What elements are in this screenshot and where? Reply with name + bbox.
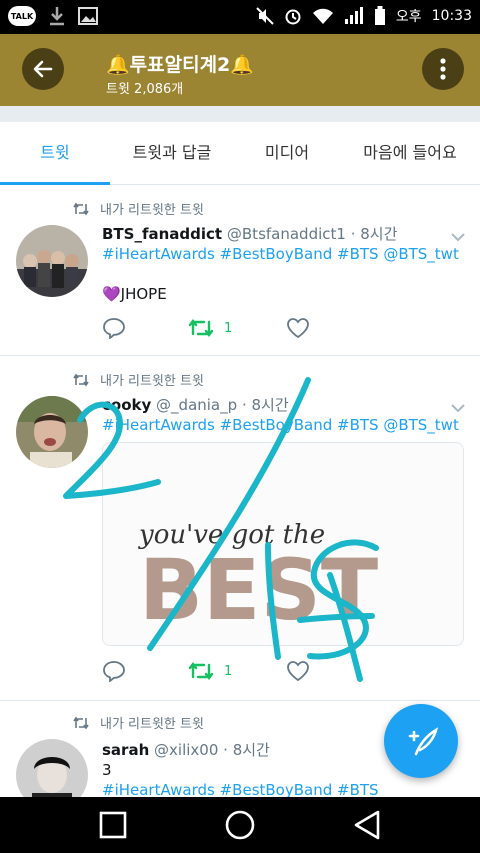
avatar[interactable]: [16, 739, 88, 797]
tab-media[interactable]: 미디어: [234, 122, 340, 184]
tweet-text: 3: [102, 761, 112, 779]
tweet-header: sarah @xilix00 · 8시간: [102, 739, 270, 760]
app-bar: 🔔투표알티계2🔔 트윗 2,086개: [0, 34, 480, 106]
alarm-icon: [285, 9, 301, 25]
retweet-context: 내가 리트윗한 트윗: [72, 370, 204, 389]
system-navigation-bar: [0, 797, 480, 853]
handle: @_dania_p: [156, 396, 238, 414]
header-separator: [0, 106, 480, 122]
tweet-actions: 1: [102, 317, 310, 339]
more-vertical-icon: [440, 58, 446, 80]
hashtag-links[interactable]: #iHeartAwards #BestBoyBand #BTS @BTS_twt: [102, 416, 459, 434]
avatar[interactable]: [16, 396, 88, 468]
tweet-actions: 1: [102, 660, 310, 682]
display-name[interactable]: sarah: [102, 741, 149, 759]
timestamp: · 8시간: [241, 396, 289, 414]
reply-icon[interactable]: [102, 660, 126, 682]
wifi-icon: [312, 8, 333, 24]
profile-tabs: 트윗 트윗과 답글 미디어 마음에 들어요: [0, 122, 480, 185]
retweet-context: 내가 리트윗한 트윗: [72, 199, 204, 218]
timestamp: · 8시간: [223, 741, 270, 759]
battery-icon: [374, 6, 385, 25]
retweet-button[interactable]: 1: [188, 318, 232, 338]
retweet-small-icon: [73, 373, 89, 386]
back-nav-button[interactable]: [352, 809, 382, 841]
image-icon: [78, 7, 98, 25]
more-options-button[interactable]: [422, 48, 464, 90]
tweet-media-card[interactable]: you've got the BEST: [102, 442, 464, 646]
download-icon: [50, 7, 64, 26]
reply-icon[interactable]: [102, 317, 126, 339]
retweet-icon: [188, 319, 214, 337]
tweet-item[interactable]: 내가 리트윗한 트윗 BTS_fanaddict @Btsfanaddict1 …: [0, 185, 480, 356]
tweet-count: 트윗 2,086개: [106, 82, 184, 97]
handle: @xilix00: [154, 741, 219, 759]
tweet-text: 💜JHOPE: [102, 285, 167, 303]
tweet-item[interactable]: 내가 리트윗한 트윗 cooky @_dania_p · 8시간 #iHeart…: [0, 356, 480, 701]
signal-icon: [344, 7, 363, 24]
avatar[interactable]: [16, 225, 88, 297]
retweet-icon: [188, 662, 214, 680]
retweet-button[interactable]: 1: [188, 661, 232, 681]
retweet-context: 내가 리트윗한 트윗: [72, 713, 204, 732]
mute-icon: [256, 7, 274, 25]
heart-icon[interactable]: [286, 317, 310, 339]
tweet-header: cooky @_dania_p · 8시간: [102, 394, 289, 415]
recent-apps-button[interactable]: [99, 811, 127, 839]
clock-period: 오후: [395, 9, 422, 25]
retweet-small-icon: [73, 716, 89, 729]
profile-title: 🔔투표알티계2🔔: [106, 54, 254, 76]
media-word: BEST: [139, 541, 378, 639]
hashtag-links[interactable]: #iHeartAwards #BestBoyBand #BTS: [102, 781, 379, 797]
talk-icon: TALK: [8, 6, 36, 26]
display-name[interactable]: BTS_fanaddict: [102, 225, 222, 243]
tab-tweets-and-replies[interactable]: 트윗과 답글: [110, 122, 234, 184]
hashtag-links[interactable]: #iHeartAwards #BestBoyBand #BTS @BTS_twt: [102, 245, 459, 263]
status-bar: TALK 오후 10:33: [0, 0, 480, 34]
display-name[interactable]: cooky: [102, 396, 151, 414]
home-button[interactable]: [224, 809, 256, 841]
tab-tweets[interactable]: 트윗: [0, 122, 110, 184]
media-image: you've got the BEST: [138, 520, 378, 639]
heart-icon[interactable]: [286, 660, 310, 682]
back-button[interactable]: [22, 48, 64, 90]
tweet-header: BTS_fanaddict @Btsfanaddict1 · 8시간: [102, 223, 397, 244]
timestamp: · 8시간: [350, 225, 398, 243]
retweet-small-icon: [73, 202, 89, 215]
compose-tweet-button[interactable]: [384, 704, 458, 778]
chevron-down-icon[interactable]: [450, 400, 466, 416]
clock-time: 10:33: [431, 8, 472, 24]
tab-likes[interactable]: 마음에 들어요: [340, 122, 480, 184]
retweet-count: 1: [224, 320, 233, 336]
arrow-left-icon: [33, 60, 53, 78]
retweet-count: 1: [224, 663, 233, 679]
compose-feather-icon: [408, 727, 438, 756]
chevron-down-icon[interactable]: [450, 229, 466, 245]
handle: @Btsfanaddict1: [226, 225, 346, 243]
